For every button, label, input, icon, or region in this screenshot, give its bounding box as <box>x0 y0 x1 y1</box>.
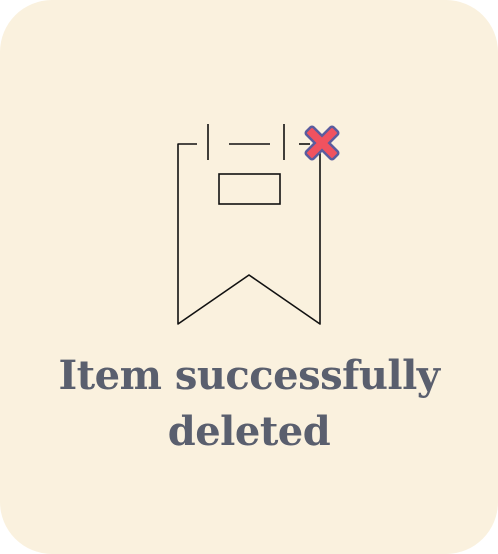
success-dialog-card: Item successfully deleted <box>0 0 498 554</box>
bookmark-label-rect <box>218 173 281 205</box>
success-message: Item successfully deleted <box>58 352 440 455</box>
bookmark-deleted-icon <box>177 124 340 325</box>
bookmark-outline <box>177 143 321 325</box>
close-x-icon <box>304 125 340 161</box>
